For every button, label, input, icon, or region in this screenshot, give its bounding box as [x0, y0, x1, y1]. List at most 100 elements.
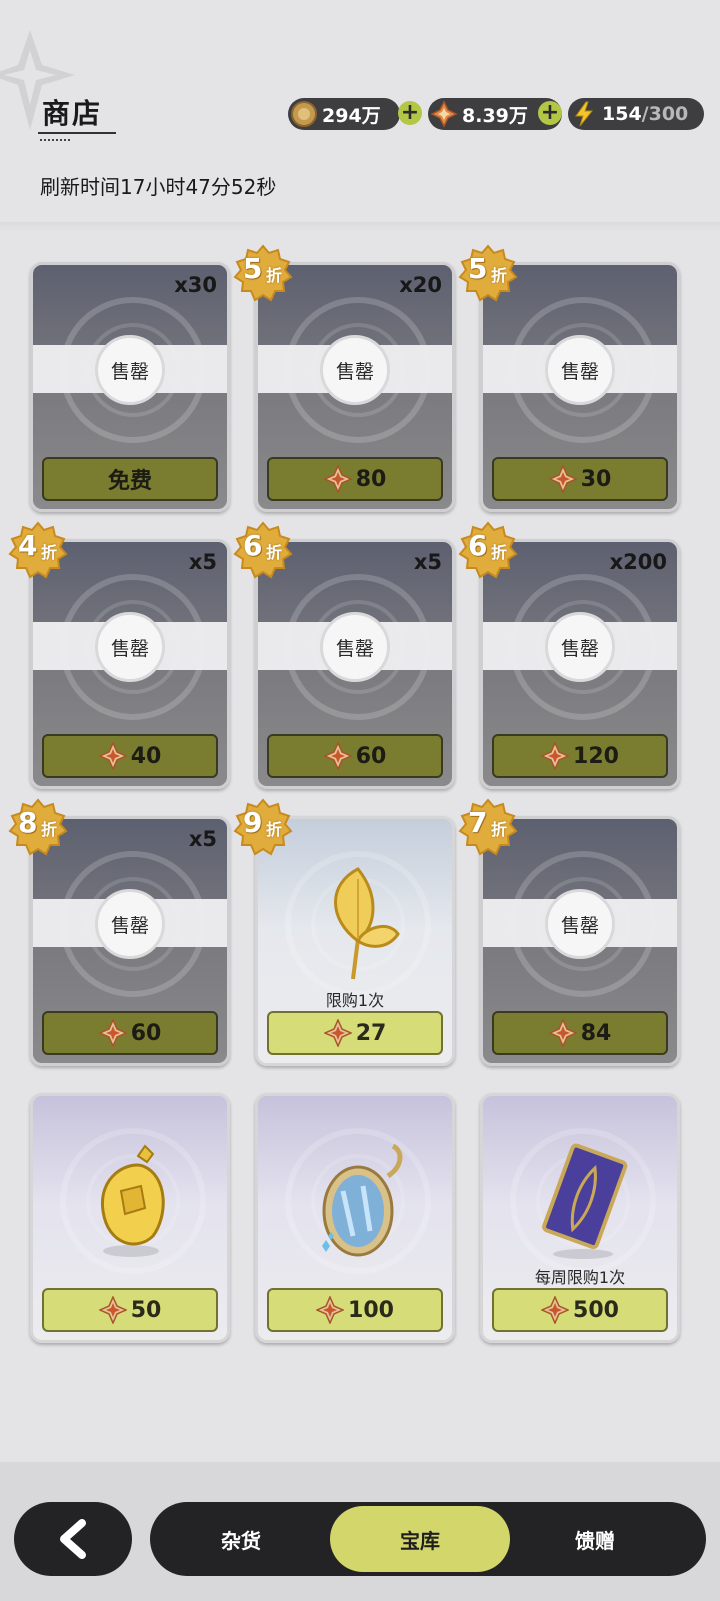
shop-item-card[interactable]: 每周限购1次 500	[480, 1093, 680, 1343]
currency-stamina: 154/300	[568, 98, 704, 130]
sold-out-label: 售罄	[560, 360, 599, 383]
buy-button[interactable]: 80	[267, 457, 443, 501]
discount-badge-icon	[233, 798, 293, 856]
sold-out-label: 售罄	[110, 914, 149, 937]
discount-value: 7	[468, 806, 488, 839]
discount-suffix: 折	[491, 266, 508, 285]
discount-value: 5	[468, 252, 488, 285]
header-separator	[0, 222, 720, 232]
gem-icon	[98, 1296, 127, 1324]
buy-button[interactable]: 免费	[42, 457, 218, 501]
discount-badge: 7折	[458, 798, 518, 858]
discount-suffix: 折	[41, 543, 58, 562]
gem-icon	[548, 465, 577, 493]
discount-badge: 5折	[458, 244, 518, 304]
refresh-timer: 刷新时间17小时47分52秒	[40, 175, 277, 199]
discount-badge: 6折	[458, 521, 518, 581]
purple-card-icon	[542, 1143, 628, 1259]
sold-out-label: 售罄	[110, 360, 149, 383]
sold-out-badge: 售罄	[320, 612, 390, 682]
sold-out-label: 售罄	[335, 637, 374, 660]
add-gems-button[interactable]: +	[538, 101, 562, 125]
golden-leaf-icon	[334, 867, 400, 980]
discount-badge: 6折	[233, 521, 293, 581]
discount-badge-icon	[8, 798, 68, 856]
sold-out-label: 售罄	[560, 914, 599, 937]
sold-out-label: 售罄	[335, 360, 374, 383]
add-coins-button[interactable]: +	[398, 101, 422, 125]
buy-button[interactable]: 100	[267, 1288, 443, 1332]
discount-value: 5	[243, 252, 263, 285]
discount-badge: 5折	[233, 244, 293, 304]
gem-icon	[548, 1019, 577, 1047]
item-quantity: x20	[399, 273, 442, 297]
sold-out-badge: 售罄	[95, 612, 165, 682]
discount-badge-icon	[8, 521, 68, 579]
title-dots	[40, 139, 70, 141]
shop-screen: 商店 刷新时间17小时47分52秒 294万 + 8.39万 + 154/300…	[0, 0, 720, 1601]
sold-out-badge: 售罄	[95, 335, 165, 405]
discount-badge-icon	[458, 798, 518, 856]
shop-item-card[interactable]: 100	[255, 1093, 455, 1343]
buy-button[interactable]: 30	[492, 457, 668, 501]
sold-out-label: 售罄	[110, 637, 149, 660]
coin-icon	[291, 101, 317, 127]
sold-out-label: 售罄	[560, 637, 599, 660]
discount-suffix: 折	[491, 543, 508, 562]
gem-icon	[98, 1019, 127, 1047]
gem-icon	[541, 1296, 570, 1324]
discount-badge-icon	[458, 244, 518, 302]
item-quantity: x5	[188, 550, 217, 574]
title-underline	[38, 132, 116, 134]
price-label: 100	[348, 1297, 394, 1323]
price-label: 120	[573, 743, 619, 769]
price-label: 30	[580, 466, 612, 492]
tab-bar: 杂货 宝库 馈赠	[150, 1502, 706, 1576]
gem-icon	[430, 100, 458, 128]
discount-value: 8	[18, 806, 38, 839]
discount-value: 6	[243, 529, 263, 562]
item-quantity: x5	[413, 550, 442, 574]
item-quantity: x5	[188, 827, 217, 851]
buy-button[interactable]: 50	[42, 1288, 218, 1332]
purchase-limit: 限购1次	[325, 991, 385, 1010]
gem-icon	[98, 742, 127, 770]
buy-button[interactable]: 60	[42, 1011, 218, 1055]
stamina-max: /300	[641, 103, 689, 125]
discount-suffix: 折	[266, 820, 283, 839]
shop-item-card[interactable]: 50	[30, 1093, 230, 1343]
tab-treasury[interactable]: 宝库	[330, 1506, 510, 1572]
shop-item-card[interactable]: x30 售罄 免费	[30, 262, 230, 512]
back-button[interactable]	[14, 1502, 132, 1576]
discount-suffix: 折	[266, 266, 283, 285]
discount-badge-icon	[233, 244, 293, 302]
sold-out-badge: 售罄	[95, 889, 165, 959]
buy-button[interactable]: 500	[492, 1288, 668, 1332]
item-quantity: x200	[609, 550, 667, 574]
buy-button[interactable]: 27	[267, 1011, 443, 1055]
tab-gifts[interactable]: 馈赠	[520, 1502, 670, 1576]
currency-coins: 294万	[288, 98, 400, 130]
sold-out-badge: 售罄	[545, 889, 615, 959]
discount-value: 6	[468, 529, 488, 562]
gem-icon	[323, 742, 352, 770]
discount-value: 4	[18, 529, 38, 562]
price-label: 60	[130, 1020, 162, 1046]
discount-suffix: 折	[491, 820, 508, 839]
sold-out-badge: 售罄	[545, 612, 615, 682]
discount-suffix: 折	[41, 820, 58, 839]
lightning-icon	[575, 101, 594, 127]
purchase-limit: 每周限购1次	[534, 1268, 626, 1287]
buy-button[interactable]: 120	[492, 734, 668, 778]
gem-icon	[323, 1019, 352, 1047]
coins-value: 294万	[322, 104, 381, 127]
discount-value: 9	[243, 806, 263, 839]
discount-badge: 8折	[8, 798, 68, 858]
buy-button[interactable]: 40	[42, 734, 218, 778]
price-label: 50	[130, 1297, 162, 1323]
buy-button[interactable]: 84	[492, 1011, 668, 1055]
gem-icon	[323, 465, 352, 493]
buy-button[interactable]: 60	[267, 734, 443, 778]
mirror-icon	[322, 1143, 403, 1257]
tab-groceries[interactable]: 杂货	[150, 1502, 332, 1576]
